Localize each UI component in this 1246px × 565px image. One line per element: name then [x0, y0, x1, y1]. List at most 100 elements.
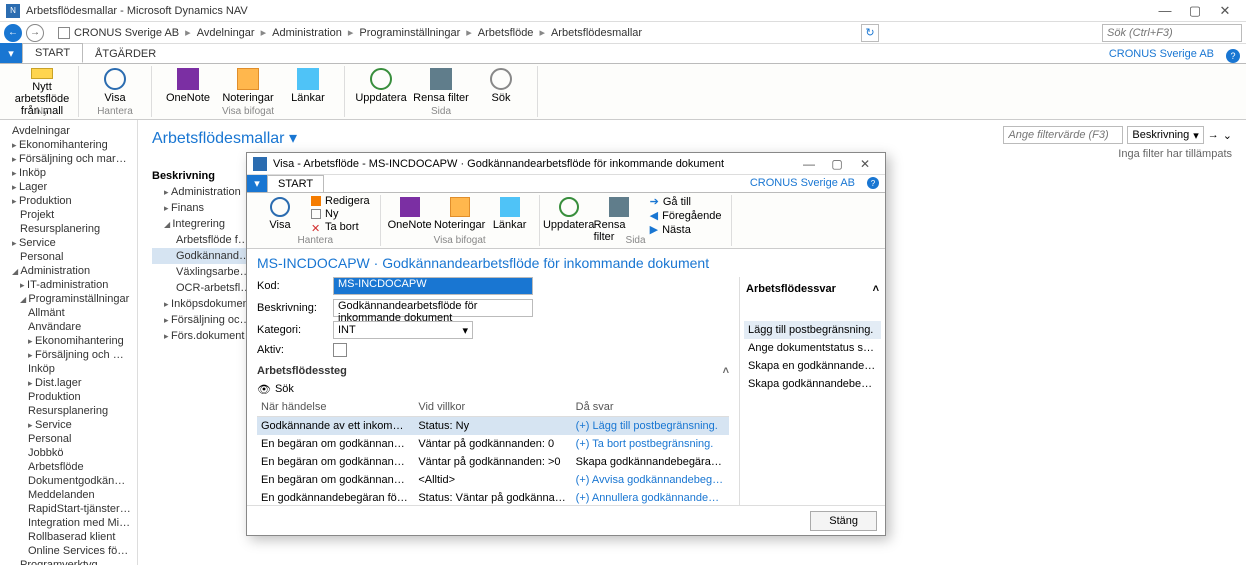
nav-tree-item[interactable]: IT-administration [0, 278, 137, 292]
template-tree-item[interactable]: Integrering [152, 216, 252, 232]
nav-tree-item[interactable]: Försäljning och marknadsf… [0, 348, 137, 362]
workflow-step-row[interactable]: En begäran om godkännande avvisas.<Allti… [257, 471, 729, 489]
field-description-input[interactable]: Godkännandearbetsflöde för inkommande do… [333, 299, 533, 317]
nav-back-button[interactable]: ← [4, 24, 22, 42]
modal-prev-button[interactable]: ◀Föregående [650, 209, 722, 222]
filter-expand-button[interactable]: ⌄ [1223, 129, 1232, 142]
nav-tree-item[interactable]: Programinställningar [0, 292, 137, 306]
funnel-icon [609, 197, 629, 217]
nav-tree-item[interactable]: Rollbaserad klient [0, 530, 137, 544]
field-active-checkbox[interactable] [333, 343, 347, 357]
workflow-response-item[interactable]: Skapa en godkännandebegäran f… [744, 357, 881, 375]
breadcrumb-bar: ← → CRONUS Sverige AB▸ Avdelningar▸ Admi… [0, 22, 1246, 44]
workflow-response-item[interactable]: Ange dokumentstatus som Vänta… [744, 339, 881, 357]
field-code-input[interactable]: MS-INCDOCAPW [333, 277, 533, 295]
modal-maximize-button[interactable]: ▢ [823, 157, 851, 171]
modal-edit-button[interactable]: Redigera [311, 195, 370, 207]
modal-new-button[interactable]: Ny [311, 208, 370, 220]
modal-close-button[interactable]: ✕ [851, 157, 879, 171]
workflow-response-item[interactable]: Lägg till postbegränsning. [744, 321, 881, 339]
nav-tree-item[interactable]: Resursplanering [0, 404, 137, 418]
nav-tree-item[interactable]: Allmänt [0, 306, 137, 320]
nav-tree-item[interactable]: Dokumentgodkännande [0, 474, 137, 488]
workflow-step-row[interactable]: Godkännande av ett inkommande doku…Statu… [257, 417, 729, 436]
nav-tree-item[interactable]: Administration [0, 264, 137, 278]
breadcrumb-item[interactable]: Arbetsflödesmallar [551, 27, 642, 39]
ribbon-tab-start[interactable]: START [22, 43, 83, 63]
ribbon-file-button[interactable]: ▾ [0, 43, 22, 63]
modal-file-button[interactable]: ▾ [247, 175, 267, 192]
steps-section-header[interactable]: Arbetsflödessteg˄ [257, 361, 729, 381]
breadcrumb-item[interactable]: CRONUS Sverige AB [74, 27, 179, 39]
modal-goto-button[interactable]: ➔Gå till [650, 195, 722, 208]
breadcrumb-item[interactable]: Arbetsflöde [478, 27, 534, 39]
template-tree-item[interactable]: OCR-arbetsflöde för in… [152, 280, 252, 296]
nav-tree-item[interactable]: Arbetsflöde [0, 460, 137, 474]
filter-bar: Beskrivning ▾ → ⌄ [1003, 126, 1232, 144]
filter-value-input[interactable] [1003, 126, 1123, 144]
modal-close-footer-button[interactable]: Stäng [810, 511, 877, 531]
template-tree-item[interactable]: Växlingsarbetsflöde fö… [152, 264, 252, 280]
global-search-input[interactable] [1102, 24, 1242, 42]
template-tree-item[interactable]: Försäljning och markna… [152, 312, 252, 328]
steps-search-button[interactable]: 👁Sök [257, 381, 729, 398]
address-refresh-button[interactable]: ↻ [861, 24, 879, 42]
breadcrumb-item[interactable]: Avdelningar [197, 27, 255, 39]
nav-tree-item[interactable]: Inköp [0, 166, 137, 180]
nav-tree-item[interactable]: RapidStart-tjänster för Micr… [0, 502, 137, 516]
template-tree-item[interactable]: Arbetsflöde för inkom… [152, 232, 252, 248]
ribbon-tab-actions[interactable]: ÅTGÄRDER [83, 45, 168, 63]
filter-go-button[interactable]: → [1208, 129, 1219, 141]
nav-tree-item[interactable]: Användare [0, 320, 137, 334]
nav-tree-item[interactable]: Projekt [0, 208, 137, 222]
nav-tree-item[interactable]: Personal [0, 250, 137, 264]
nav-forward-button[interactable]: → [26, 24, 44, 42]
modal-minimize-button[interactable]: — [795, 157, 823, 171]
nav-tree-item[interactable]: Inköp [0, 362, 137, 376]
nav-tree-item[interactable]: Meddelanden [0, 488, 137, 502]
breadcrumb-item[interactable]: Programinställningar [359, 27, 460, 39]
template-tree-item[interactable]: Förs.dokument [152, 328, 252, 344]
workflow-step-row[interactable]: En begäran om godkännande godkän…Väntar … [257, 453, 729, 471]
nav-tree-item[interactable]: Produktion [0, 194, 137, 208]
template-tree-item[interactable]: Inköpsdokument [152, 296, 252, 312]
template-tree-item[interactable]: Godkännandearbetsfl… [152, 248, 252, 264]
nav-tree-item[interactable]: Programverktyg [0, 558, 137, 565]
template-tree-item[interactable]: Finans [152, 200, 252, 216]
breadcrumb-item[interactable]: Administration [272, 27, 342, 39]
col-on-condition[interactable]: Vid villkor [414, 398, 571, 417]
nav-tree-item[interactable]: Personal [0, 432, 137, 446]
responses-header[interactable]: Arbetsflödessvar˄ [744, 281, 881, 297]
modal-delete-button[interactable]: ✕Ta bort [311, 221, 370, 233]
help-icon[interactable]: ? [867, 177, 879, 189]
window-close-button[interactable]: ✕ [1210, 3, 1240, 19]
nav-tree-item[interactable]: Ekonomihantering [0, 138, 137, 152]
nav-tree-item[interactable]: Jobbkö [0, 446, 137, 460]
nav-tree-sidebar[interactable]: AvdelningarEkonomihanteringFörsäljning o… [0, 120, 138, 565]
template-tree-item[interactable]: Administration [152, 184, 252, 200]
workflow-step-row[interactable]: En godkännandebegäran för ett inkom…Stat… [257, 489, 729, 505]
modal-tab-start[interactable]: START [267, 175, 324, 192]
nav-tree-item[interactable]: Online Services för Micros… [0, 544, 137, 558]
nav-tree-item[interactable]: Lager [0, 180, 137, 194]
window-minimize-button[interactable]: — [1150, 3, 1180, 18]
workflow-step-row[interactable]: En begäran om godkännande godkän…Väntar … [257, 435, 729, 453]
field-category-select[interactable]: INT▾ [333, 321, 473, 339]
nav-tree-item[interactable]: Dist.lager [0, 376, 137, 390]
workflow-response-item[interactable]: Skapa godkännandebegäranden … [744, 375, 881, 393]
nav-tree-item[interactable]: Integration med Microsoft … [0, 516, 137, 530]
nav-tree-item[interactable]: Ekonomihantering [0, 334, 137, 348]
nav-tree-item[interactable]: Service [0, 418, 137, 432]
nav-tree-item[interactable]: Produktion [0, 390, 137, 404]
col-when-event[interactable]: När händelse [257, 398, 414, 417]
nav-tree-item[interactable]: Avdelningar [0, 124, 137, 138]
help-icon[interactable]: ? [1226, 49, 1240, 63]
filter-field-select[interactable]: Beskrivning ▾ [1127, 126, 1203, 144]
col-then-response[interactable]: Då svar [572, 398, 729, 417]
window-maximize-button[interactable]: ▢ [1180, 3, 1210, 19]
nav-tree-item[interactable]: Försäljning och marknadsföring [0, 152, 137, 166]
chevron-down-icon: ▾ [1193, 129, 1199, 142]
nav-tree-item[interactable]: Resursplanering [0, 222, 137, 236]
nav-tree-item[interactable]: Service [0, 236, 137, 250]
new-icon [311, 209, 321, 219]
